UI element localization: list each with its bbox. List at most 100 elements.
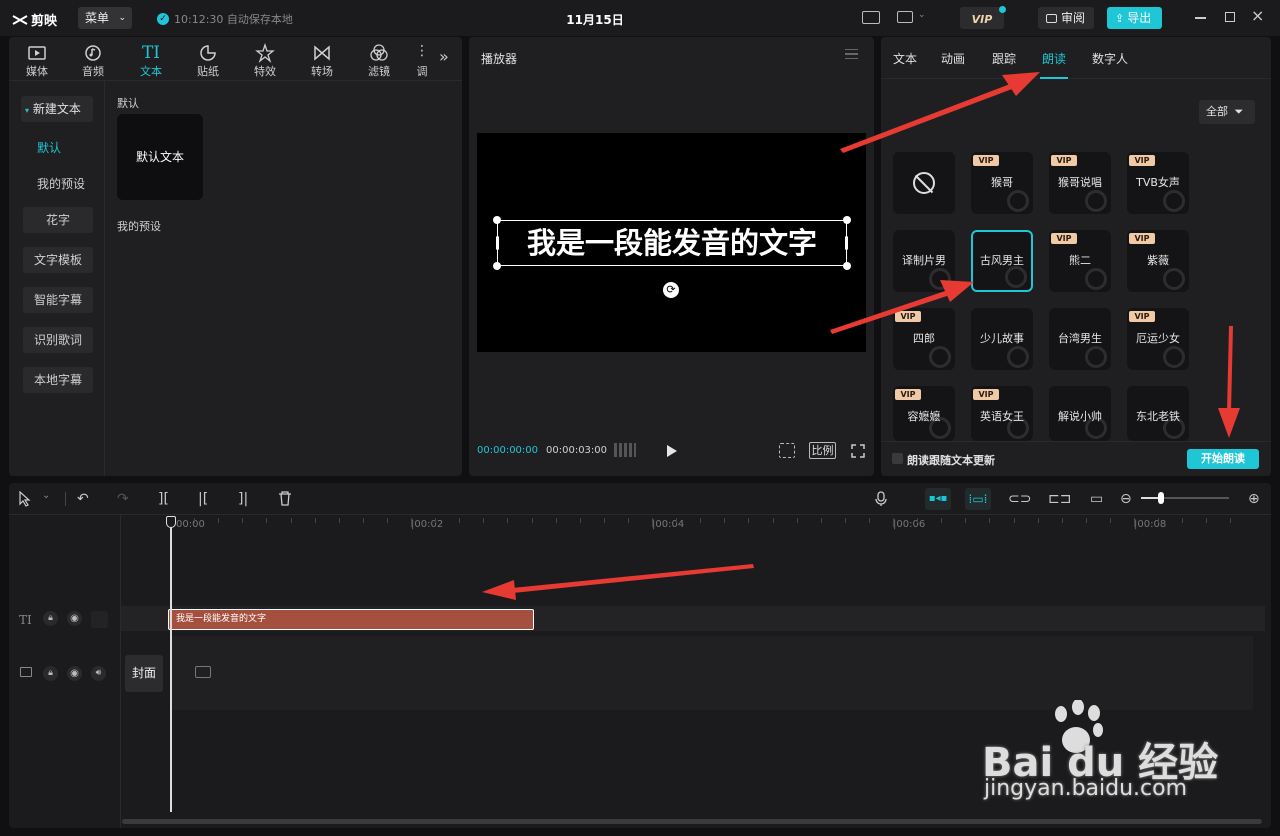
tab-animation[interactable]: 动画 xyxy=(941,50,965,67)
lock-icon[interactable]: 🔒︎ xyxy=(43,611,58,626)
tab-text[interactable]: TI 文本 xyxy=(129,40,173,80)
default-text-card[interactable]: 默认文本 xyxy=(117,114,203,200)
preview-canvas[interactable]: 我是一段能发音的文字 ⟳ xyxy=(477,133,866,352)
voice-card[interactable]: VIP 容嬷嬷 xyxy=(893,386,955,441)
tab-filter[interactable]: 滤镜 xyxy=(357,40,401,80)
play-icon[interactable] xyxy=(665,444,679,458)
voice-card[interactable]: VIP 英语女王 xyxy=(971,386,1033,441)
preview-axis-icon[interactable]: ▭ xyxy=(1090,491,1103,507)
tab-transition[interactable]: 转场 xyxy=(300,40,344,80)
nav-text-template[interactable]: 文字模板 xyxy=(23,247,93,273)
minimize-icon[interactable] xyxy=(1195,17,1206,19)
side-handle[interactable] xyxy=(496,236,499,250)
ruler-tick xyxy=(603,518,605,523)
tab-text-props[interactable]: 文本 xyxy=(893,50,917,67)
voice-card[interactable]: VIP 熊二 xyxy=(1049,230,1111,292)
side-handle[interactable] xyxy=(845,236,848,250)
resize-handle[interactable] xyxy=(493,216,501,224)
split-preview-icon[interactable]: ⊏⊐ xyxy=(1048,491,1071,507)
voice-card[interactable]: VIP 猴哥说唱 xyxy=(1049,152,1111,214)
waveform-icon[interactable] xyxy=(614,443,636,457)
speaker-icon[interactable]: 🔊︎ xyxy=(91,666,106,681)
tab-read-aloud[interactable]: 朗读 xyxy=(1042,50,1066,67)
delete-icon[interactable] xyxy=(278,491,292,506)
tab-media[interactable]: 媒体 xyxy=(15,40,59,80)
fit-screen-icon[interactable] xyxy=(779,443,795,458)
voice-card[interactable]: VIP 猴哥 xyxy=(971,152,1033,214)
voice-name: 容嬷嬷 xyxy=(907,410,941,423)
voice-card[interactable]: VIP 厄运少女 xyxy=(1127,308,1189,370)
resize-handle[interactable] xyxy=(493,262,501,270)
export-button[interactable]: ⇪ 导出 xyxy=(1107,7,1162,29)
keyboard-icon[interactable] xyxy=(862,11,880,24)
lock-icon[interactable]: 🔒︎ xyxy=(43,666,58,681)
delete-right-icon[interactable]: ]| xyxy=(238,491,248,507)
voice-card[interactable]: 译制片男 xyxy=(893,230,955,292)
link-icon[interactable]: ⊂⊃ xyxy=(1008,491,1031,507)
delete-left-icon[interactable]: |[ xyxy=(198,491,208,507)
timeline-scrollbar[interactable] xyxy=(122,819,1262,824)
close-icon[interactable]: × xyxy=(1251,6,1264,25)
undo-icon[interactable]: ↶ xyxy=(77,491,89,507)
text-selection-box[interactable]: 我是一段能发音的文字 xyxy=(493,216,851,270)
voice-card[interactable]: VIP 紫薇 xyxy=(1127,230,1189,292)
tab-digital-human[interactable]: 数字人 xyxy=(1092,50,1128,67)
layout-chevron-icon[interactable]: ⌄ xyxy=(918,10,926,20)
resize-handle[interactable] xyxy=(843,216,851,224)
voice-card-none[interactable] xyxy=(893,152,955,214)
tab-adjust[interactable]: ⋮ 调 xyxy=(412,40,432,80)
vip-button[interactable]: VIP xyxy=(960,6,1006,29)
maximize-icon[interactable] xyxy=(1225,12,1235,22)
voice-card[interactable]: 台湾男生 xyxy=(1049,308,1111,370)
nav-lyrics[interactable]: 识别歌词 xyxy=(23,327,93,353)
eye-icon[interactable]: ◉ xyxy=(67,611,82,626)
select-chevron-icon[interactable]: ⌄ xyxy=(42,490,50,501)
start-reading-button[interactable]: 开始朗读 xyxy=(1187,449,1259,469)
review-button[interactable]: 审阅 xyxy=(1038,7,1094,29)
voice-card[interactable]: VIP 四郎 xyxy=(893,308,955,370)
tab-audio[interactable]: 音频 xyxy=(71,40,115,80)
cover-button[interactable]: 封面 xyxy=(125,655,163,692)
redo-icon[interactable]: ↷ xyxy=(117,491,129,507)
menu-button[interactable]: 菜单 ⌄ xyxy=(78,7,132,29)
magnet-snap-toggle[interactable]: ▪◂▪ xyxy=(925,488,951,510)
ratio-button[interactable]: 比例 xyxy=(809,442,836,459)
nav-auto-captions[interactable]: 智能字幕 xyxy=(23,287,93,313)
fullscreen-icon[interactable] xyxy=(851,444,865,458)
voice-card[interactable]: 解说小帅 xyxy=(1049,386,1111,441)
voice-card[interactable]: VIP TVB女声 xyxy=(1127,152,1189,214)
voice-card[interactable]: 古风男主 xyxy=(971,230,1033,292)
zoom-slider-handle[interactable] xyxy=(1158,492,1164,504)
nav-fancy-text[interactable]: 花字 xyxy=(23,207,93,233)
nav-default[interactable]: 默认 xyxy=(37,139,61,156)
nav-local-captions[interactable]: 本地字幕 xyxy=(23,367,93,393)
tab-tracking[interactable]: 跟踪 xyxy=(992,50,1016,67)
rotate-handle-icon[interactable]: ⟳ xyxy=(663,282,679,298)
resize-handle[interactable] xyxy=(843,262,851,270)
voice-card[interactable]: 少儿故事 xyxy=(971,308,1033,370)
playhead-handle[interactable] xyxy=(166,516,176,528)
player-menu-icon[interactable] xyxy=(845,49,858,59)
linkage-toggle[interactable]: ⁞▭⁞ xyxy=(965,488,991,510)
follow-update-checkbox[interactable] xyxy=(892,453,903,464)
nav-my-presets[interactable]: 我的预设 xyxy=(37,175,85,192)
microphone-icon[interactable] xyxy=(875,491,887,507)
voice-name: 猴哥 xyxy=(991,176,1013,189)
nav-new-text[interactable]: ▾ 新建文本 xyxy=(21,96,93,122)
tab-effects[interactable]: 特效 xyxy=(243,40,287,80)
vip-badge: VIP xyxy=(895,311,921,322)
zoom-out-icon[interactable]: ⊖ xyxy=(1120,491,1132,507)
text-clip[interactable]: 我是一段能发音的文字 xyxy=(168,609,534,630)
voice-filter-button[interactable]: 全部 ⏷ xyxy=(1199,100,1255,124)
voice-card[interactable]: 东北老铁 xyxy=(1127,386,1189,441)
split-icon[interactable]: ][ xyxy=(158,491,169,507)
cover-label: 封面 xyxy=(131,666,156,680)
zoom-in-icon[interactable]: ⊕ xyxy=(1248,491,1260,507)
ruler-tick xyxy=(748,518,750,523)
eye-icon[interactable]: ◉ xyxy=(67,666,82,681)
cursor-select-icon[interactable] xyxy=(18,491,32,507)
main-track-lane[interactable] xyxy=(170,636,1253,710)
layout-icon[interactable] xyxy=(897,11,913,23)
tab-sticker[interactable]: 贴纸 xyxy=(186,40,230,80)
expand-tabs-icon[interactable]: » xyxy=(439,47,449,66)
